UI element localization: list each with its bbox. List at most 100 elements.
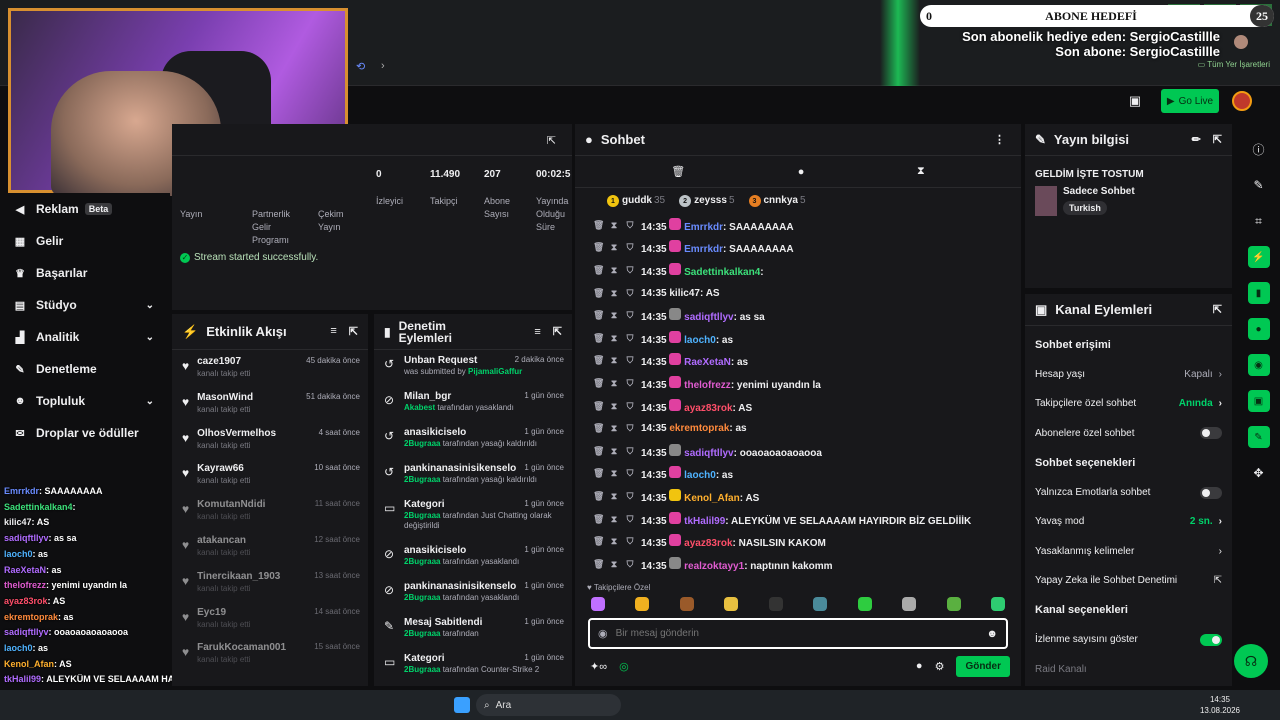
activity-item[interactable]: ♥ Eyc19 kanalı takip etti 14 saat önce [172, 601, 368, 637]
display-icon[interactable]: ▣ [1247, 390, 1270, 412]
trash-icon[interactable]: 🗑 [593, 288, 604, 299]
crop-icon[interactable]: ⌗ [1248, 210, 1270, 232]
chat-username[interactable]: Sadettinkalkan4 [684, 267, 760, 278]
trash-icon[interactable]: 🗑 [593, 423, 604, 434]
shield-icon[interactable]: ⛉ [625, 514, 635, 525]
sidebar-item-studio[interactable]: ▤ Stüdyo ⌄ [0, 289, 170, 321]
shield-icon[interactable]: ⛉ [625, 242, 635, 253]
extension-icon[interactable]: ⟲ [356, 60, 365, 73]
chat-username[interactable]: sadiqftllyv [684, 312, 733, 323]
sidebar-item-community[interactable]: ☻ Topluluk ⌄ [0, 385, 170, 417]
moderation-item[interactable]: ▭ Kategori 1 gün önce 2Bugraaa tarafından J… [374, 494, 572, 540]
moderation-item[interactable]: ▭ Kategori 1 gün önce 2Bugraaa tarafından C… [374, 648, 572, 684]
shield-icon[interactable]: ⛉ [625, 559, 635, 570]
taskbar-clock[interactable]: 14:35 13.08.2026 [1200, 694, 1240, 716]
moderation-item[interactable]: ⊘ Milan_bgr 1 gün önce Akabest tarafından y… [374, 386, 572, 422]
hourglass-icon[interactable]: ⧗ [609, 242, 619, 253]
activity-item[interactable]: ♥ caze1907 kanalı takip etti 45 dakika önce [172, 350, 368, 386]
info-icon[interactable]: ⓘ [1248, 138, 1270, 160]
hourglass-icon[interactable]: ⧗ [609, 468, 619, 479]
chat-username[interactable]: Kenol_Afan [684, 493, 740, 504]
banned-words-row[interactable]: Yasaklanmış kelimeler › [1025, 536, 1232, 565]
language-tag[interactable]: Turkish [1063, 201, 1107, 215]
slow-mode-row[interactable]: Yavaş mod 2 sn. › [1025, 507, 1232, 536]
trash-icon[interactable]: 🗑 [593, 514, 604, 525]
activity-item[interactable]: ♥ atakancan kanalı takip etti 12 saat önce [172, 529, 368, 565]
help-headset-button[interactable]: ☊ [1234, 644, 1268, 678]
emote[interactable] [813, 597, 828, 611]
hourglass-icon[interactable]: ⧗ [609, 401, 619, 412]
trash-icon[interactable]: 🗑 [593, 468, 604, 479]
edit-icon[interactable]: ✎ [1248, 174, 1270, 196]
more-options-icon[interactable]: ⋮ [994, 133, 1005, 146]
chat-bubble-icon[interactable]: ● [916, 660, 923, 672]
hourglass-icon[interactable]: ⧗ [917, 165, 925, 178]
windows-start-icon[interactable] [454, 697, 470, 713]
trash-icon[interactable]: 🗑 [593, 491, 604, 502]
wrench-icon[interactable]: ✎ [1247, 426, 1270, 448]
shield-icon[interactable]: ⛉ [625, 378, 635, 389]
filter-icon[interactable]: ≡ [534, 326, 540, 338]
send-button[interactable]: Gönder [956, 655, 1010, 677]
shield-icon[interactable]: ⛉ [625, 220, 635, 231]
trash-icon[interactable]: 🗑 [593, 446, 604, 457]
popout-icon[interactable]: ⇱ [349, 325, 358, 338]
ai-moderation-row[interactable]: Yapay Zeka ile Sohbet Denetimi ⇱ [1025, 566, 1232, 595]
popout-icon[interactable]: ⇱ [547, 134, 556, 147]
shield-icon[interactable]: ⛉ [625, 423, 635, 434]
moderation-item[interactable]: ⊘ anasikiciselo 1 gün önce 2Bugraaa tarafın… [374, 540, 572, 576]
moderation-item[interactable]: ⊘ pankinanasinisikenselo 1 gün önce 2Bugraa… [374, 576, 572, 612]
trash-icon[interactable]: 🗑 [593, 333, 604, 344]
leaderboard-entry[interactable]: 3 cnnkya 5 [748, 195, 806, 208]
activity-item[interactable]: ♥ Tinercikaan_1903 kanalı takip etti 13 saa… [172, 565, 368, 601]
hourglass-icon[interactable]: ⧗ [609, 423, 619, 434]
sidebar-item-moderation[interactable]: ✎ Denetleme [0, 353, 170, 385]
user-avatar[interactable] [1232, 91, 1252, 111]
moderation-item[interactable]: ↺ Unban Request 2 dakika önce was submitted… [374, 350, 572, 386]
trash-icon[interactable]: 🗑 [593, 265, 604, 276]
hourglass-icon[interactable]: ⧗ [609, 333, 619, 344]
chat-bubble-icon[interactable]: ● [1247, 318, 1270, 340]
trash-icon[interactable]: 🗑 [593, 310, 604, 321]
popout-icon[interactable]: ⇱ [1213, 133, 1222, 146]
kick-icon[interactable]: ◎ [619, 660, 629, 673]
emote[interactable] [990, 597, 1005, 611]
emote[interactable] [768, 597, 783, 611]
document-icon[interactable]: ▮ [1247, 282, 1270, 304]
trash-icon[interactable]: 🗑 [593, 536, 604, 547]
chat-username[interactable]: ekremtoprak [669, 423, 729, 434]
shield-icon[interactable]: ⛉ [625, 401, 635, 412]
edit-icon[interactable]: ✏ [1192, 133, 1201, 146]
raid-row[interactable]: Raid Kanalı [1025, 654, 1232, 683]
hourglass-icon[interactable]: ⧗ [609, 310, 619, 321]
lightning-icon[interactable]: ⚡ [1247, 246, 1270, 268]
all-bookmarks-link[interactable]: ▭ Tüm Yer İşaretleri [1198, 60, 1270, 69]
chat-username[interactable]: ayaz83rok [684, 538, 732, 549]
shield-icon[interactable]: ⛉ [625, 310, 635, 321]
sidebar-item-analytics[interactable]: ▟ Analitik ⌄ [0, 321, 170, 353]
account-age-row[interactable]: Hesap yaşı Kapalı › [1025, 360, 1232, 389]
emote-only-toggle[interactable] [1200, 486, 1222, 499]
emote[interactable] [724, 597, 739, 611]
hourglass-icon[interactable]: ⧗ [609, 378, 619, 389]
broadcast-icon[interactable]: ◉ [1247, 354, 1270, 376]
hourglass-icon[interactable]: ⧗ [609, 491, 619, 502]
trash-icon[interactable]: 🗑 [593, 220, 604, 231]
chat-username[interactable]: realzoktayy1 [684, 561, 744, 572]
trash-icon[interactable]: 🗑 [593, 242, 604, 253]
gear-icon[interactable]: ⚙ [935, 660, 945, 673]
chat-username[interactable]: thelofrezz [684, 380, 731, 391]
filter-icon[interactable]: ≡ [330, 325, 336, 338]
hourglass-icon[interactable]: ⧗ [609, 514, 619, 525]
hourglass-icon[interactable]: ⧗ [609, 288, 619, 299]
chat-username[interactable]: laoch0 [684, 470, 716, 481]
shield-icon[interactable]: ⛉ [625, 536, 635, 547]
apps-icon[interactable]: ✥ [1248, 462, 1270, 484]
hourglass-icon[interactable]: ⧗ [609, 265, 619, 276]
profile-avatar[interactable] [1234, 35, 1248, 49]
go-live-button[interactable]: ▶ Go Live [1161, 89, 1219, 113]
emote[interactable] [679, 597, 694, 611]
leaderboard-entry[interactable]: 1 guddk 35 [607, 195, 665, 208]
emote[interactable] [635, 597, 650, 611]
chat-input-box[interactable]: ◉ ☻ [588, 618, 1008, 649]
